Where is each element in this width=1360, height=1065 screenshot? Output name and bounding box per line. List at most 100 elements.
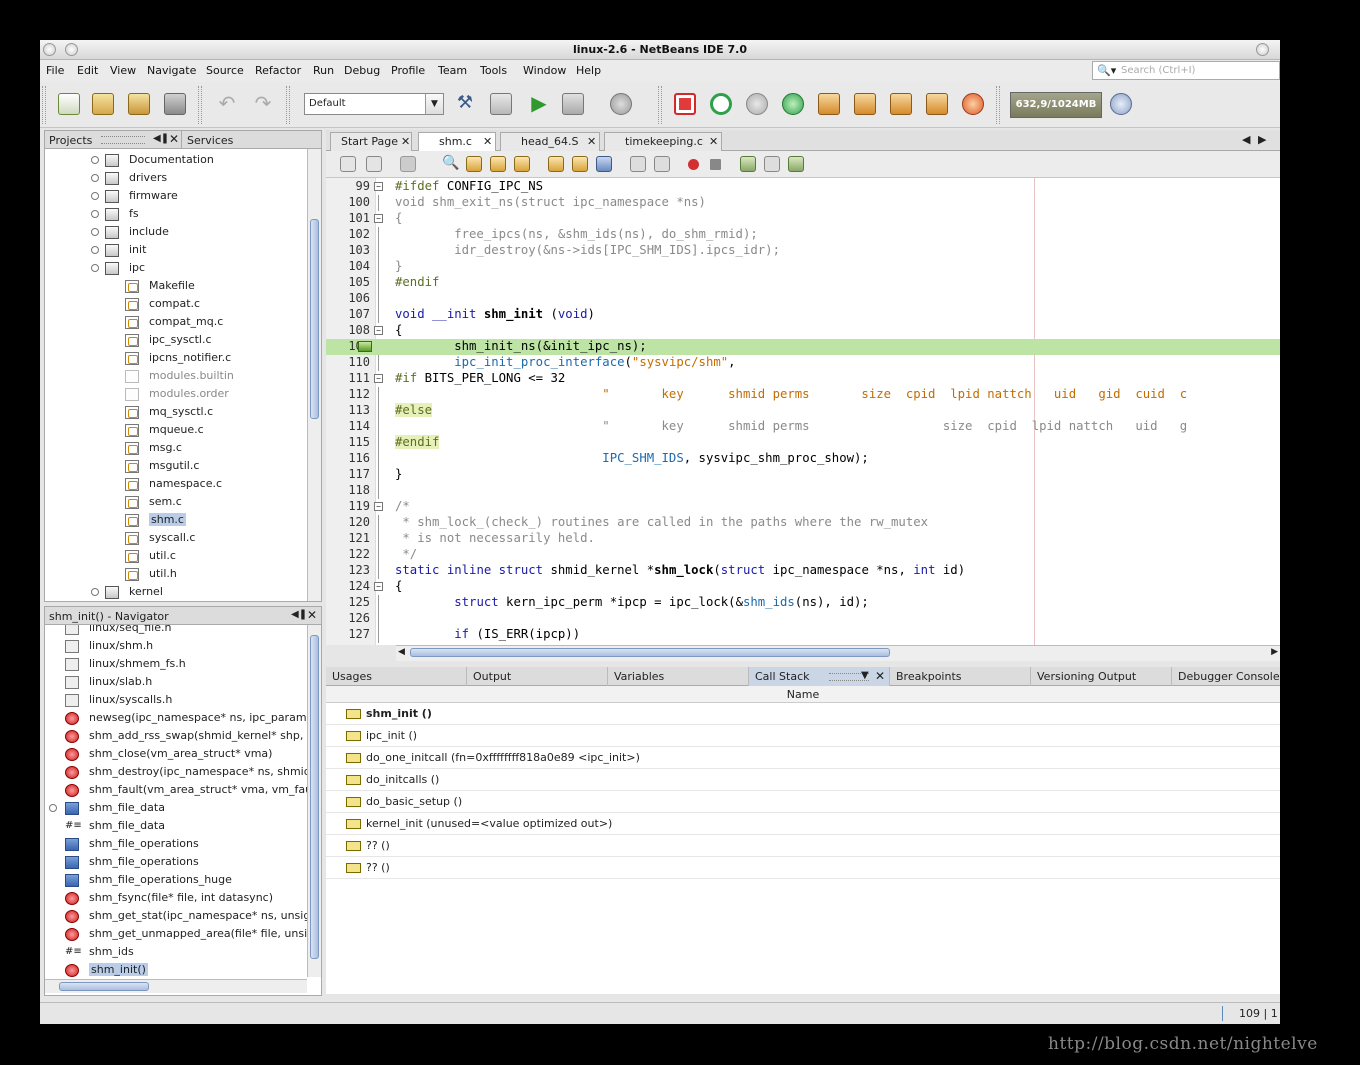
nav-item-shm-destroy-ipc-namespace-ns-shmid[interactable]: shm_destroy(ipc_namespace* ns, shmid xyxy=(45,763,307,781)
tab-shm-c[interactable]: shm.c ✕ xyxy=(418,132,496,151)
uncomment-icon[interactable] xyxy=(764,156,780,172)
call-stack-frame[interactable]: ?? () xyxy=(326,835,1280,857)
step-into-icon[interactable] xyxy=(854,93,876,115)
column-header[interactable]: Name xyxy=(326,686,1280,703)
nav-item-shm-init[interactable]: shm_init() xyxy=(45,961,307,977)
tree-item-include[interactable]: include xyxy=(45,223,307,241)
redo-icon[interactable]: ↷ xyxy=(252,93,274,115)
expand-toggle-icon[interactable] xyxy=(91,228,99,236)
build-hammer-icon[interactable]: ⚒ xyxy=(454,93,476,115)
minimize-panel-icon[interactable]: ▼ xyxy=(861,670,869,681)
last-edit-icon[interactable] xyxy=(400,156,416,172)
forward-icon[interactable] xyxy=(366,156,382,172)
nav-item-shm-fault-vm-area-struct-vma-vm-fau[interactable]: shm_fault(vm_area_struct* vma, vm_fau xyxy=(45,781,307,799)
nav-item-shm-ids[interactable]: #≡ shm_ids xyxy=(45,943,307,961)
fold-toggle-icon[interactable]: − xyxy=(374,326,383,335)
code-editor[interactable]: 99− #ifdef CONFIG_IPC_NS 100 void shm_exit_… xyxy=(326,178,1280,645)
tree-item-util-h[interactable]: util.h xyxy=(45,565,307,583)
step-out-icon[interactable] xyxy=(890,93,912,115)
tree-item-init[interactable]: init xyxy=(45,241,307,259)
nav-item-shm-fsync-file-file-int-datasync[interactable]: shm_fsync(file* file, int datasync) xyxy=(45,889,307,907)
tree-item-ipc[interactable]: ipc xyxy=(45,259,307,277)
menu-run[interactable]: Run xyxy=(313,64,334,77)
search-input[interactable]: 🔍▾ Search (Ctrl+I) xyxy=(1092,61,1280,80)
expand-toggle-icon[interactable] xyxy=(91,192,99,200)
continue-icon[interactable] xyxy=(782,93,804,115)
pause-icon[interactable] xyxy=(746,93,768,115)
tab-timekeeping-c[interactable]: timekeeping.c ✕ xyxy=(604,132,722,151)
call-stack-frame[interactable]: kernel_init (unused=<value optimized out… xyxy=(326,813,1280,835)
prev-bookmark-icon[interactable] xyxy=(548,156,564,172)
tree-item-msg-c[interactable]: msg.c xyxy=(45,439,307,457)
new-file-icon[interactable] xyxy=(58,93,80,115)
fold-toggle-icon[interactable]: − xyxy=(374,182,383,191)
nav-item-linux-shm-h[interactable]: linux/shm.h xyxy=(45,637,307,655)
shift-left-icon[interactable] xyxy=(630,156,646,172)
fold-toggle-icon[interactable]: − xyxy=(374,214,383,223)
tree-item-util-c[interactable]: util.c xyxy=(45,547,307,565)
tab-scroll-left-icon[interactable]: ◀ xyxy=(1242,133,1250,146)
tab-output[interactable]: Output xyxy=(467,667,608,686)
nav-item-shm-add-rss-swap-shmid-kernel-shp[interactable]: shm_add_rss_swap(shmid_kernel* shp, xyxy=(45,727,307,745)
tree-item-makefile[interactable]: Makefile xyxy=(45,277,307,295)
restart-icon[interactable] xyxy=(710,93,732,115)
expand-toggle-icon[interactable] xyxy=(91,210,99,218)
run-icon[interactable]: ▶ xyxy=(528,93,550,115)
tree-item-compat-c[interactable]: compat.c xyxy=(45,295,307,313)
nav-item-shm-file-operations[interactable]: shm_file_operations xyxy=(45,853,307,871)
minimize-panel-icon[interactable]: ◀❚ xyxy=(291,609,307,620)
profile-icon[interactable] xyxy=(610,93,632,115)
tab-breakpoints[interactable]: Breakpoints xyxy=(890,667,1031,686)
fold-toggle-icon[interactable]: − xyxy=(374,502,383,511)
nav-item-shm-close-vm-area-struct-vma[interactable]: shm_close(vm_area_struct* vma) xyxy=(45,745,307,763)
tree-item-firmware[interactable]: firmware xyxy=(45,187,307,205)
find-next-icon[interactable] xyxy=(490,156,506,172)
call-stack-frame[interactable]: ipc_init () xyxy=(326,725,1280,747)
find-icon[interactable]: 🔍 xyxy=(442,156,459,172)
close-icon[interactable]: ✕ xyxy=(875,669,885,683)
next-bookmark-icon[interactable] xyxy=(572,156,588,172)
expand-toggle-icon[interactable] xyxy=(49,804,57,812)
tree-item-msgutil-c[interactable]: msgutil.c xyxy=(45,457,307,475)
expand-toggle-icon[interactable] xyxy=(91,174,99,182)
shift-right-icon[interactable] xyxy=(654,156,670,172)
back-icon[interactable] xyxy=(340,156,356,172)
tree-item-namespace-c[interactable]: namespace.c xyxy=(45,475,307,493)
menu-file[interactable]: File xyxy=(46,64,64,77)
editor-hscroll[interactable]: ◀ ▶ xyxy=(396,645,1280,661)
nav-item-linux-shmem-fs-h[interactable]: linux/shmem_fs.h xyxy=(45,655,307,673)
fold-toggle-icon[interactable]: − xyxy=(374,374,383,383)
configuration-select[interactable]: Default ▼ xyxy=(304,93,444,115)
tree-item-ipcns-notifier-c[interactable]: ipcns_notifier.c xyxy=(45,349,307,367)
debug-project-icon[interactable] xyxy=(562,93,584,115)
nav-item-linux-seq-file-h[interactable]: linux/seq_file.h xyxy=(45,625,307,637)
tree-item-modules-builtin[interactable]: modules.builtin xyxy=(45,367,307,385)
tree-item-kernel[interactable]: kernel xyxy=(45,583,307,601)
tree-item-compat-mq-c[interactable]: compat_mq.c xyxy=(45,313,307,331)
clean-build-icon[interactable] xyxy=(490,93,512,115)
nav-item-shm-file-operations-huge[interactable]: shm_file_operations_huge xyxy=(45,871,307,889)
tab-projects[interactable]: Projects xyxy=(49,134,92,147)
minimize-panel-icon[interactable]: ◀❚ xyxy=(153,133,169,144)
stop-macro-icon[interactable] xyxy=(710,159,721,170)
memory-indicator[interactable]: 632,9/1024MB xyxy=(1010,92,1102,118)
comment-icon[interactable] xyxy=(740,156,756,172)
menu-tools[interactable]: Tools xyxy=(480,64,507,77)
call-stack-frame[interactable]: shm_init () xyxy=(326,703,1280,725)
maximize-icon[interactable] xyxy=(1256,43,1269,56)
nav-item-shm-file-data[interactable]: shm_file_data xyxy=(45,799,307,817)
open-project-icon[interactable] xyxy=(128,93,150,115)
tree-item-fs[interactable]: fs xyxy=(45,205,307,223)
step-over-icon[interactable] xyxy=(818,93,840,115)
record-macro-icon[interactable] xyxy=(688,159,699,170)
projects-scrollbar[interactable] xyxy=(307,149,321,601)
expand-toggle-icon[interactable] xyxy=(91,246,99,254)
tab-usages[interactable]: Usages xyxy=(326,667,467,686)
nav-item-shm-get-stat-ipc-namespace-ns-unsig[interactable]: shm_get_stat(ipc_namespace* ns, unsig xyxy=(45,907,307,925)
tree-item-modules-order[interactable]: modules.order xyxy=(45,385,307,403)
menu-view[interactable]: View xyxy=(110,64,136,77)
toggle-highlight-icon[interactable] xyxy=(514,156,530,172)
menu-team[interactable]: Team xyxy=(438,64,467,77)
tab-head-64-s[interactable]: head_64.S ✕ xyxy=(500,132,600,151)
nav-item-shm-file-data[interactable]: #≡ shm_file_data xyxy=(45,817,307,835)
